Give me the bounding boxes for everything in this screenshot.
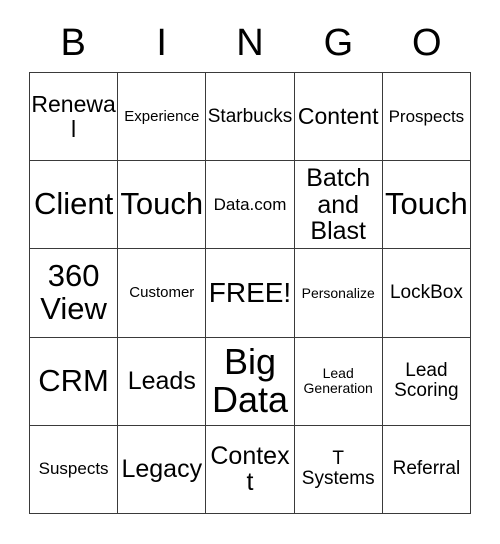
bingo-cell[interactable]: Renewal <box>30 73 119 162</box>
bingo-cell-label: Client <box>33 186 114 222</box>
bingo-header-letter-n: N <box>236 22 264 64</box>
bingo-card: B I N G O Renewal Experience Starbucks C… <box>0 0 500 544</box>
bingo-cell[interactable]: Touch <box>118 161 207 250</box>
bingo-cell[interactable]: Legacy <box>118 425 207 514</box>
bingo-cell[interactable]: Lead Scoring <box>382 337 471 426</box>
bingo-cell-label: Lead Generation <box>303 365 373 397</box>
bingo-cell-label: Experience <box>124 107 200 125</box>
bingo-cell-label: Customer <box>129 284 195 302</box>
bingo-grid: Renewal Experience Starbucks Content Pro… <box>29 72 471 514</box>
bingo-cell-label: Data.com <box>213 194 287 214</box>
bingo-cell-label: Context <box>210 441 290 497</box>
bingo-cell[interactable]: Starbucks <box>206 73 295 162</box>
bingo-header-letter-b: B <box>60 22 86 64</box>
bingo-cell[interactable]: Suspects <box>30 425 119 514</box>
bingo-cell[interactable]: Batch and Blast <box>294 161 383 250</box>
bingo-cell-label: Leads <box>127 366 196 395</box>
bingo-cell[interactable]: Personalize <box>294 249 383 338</box>
bingo-cell[interactable]: Experience <box>118 73 207 162</box>
bingo-cell-label: Renewal <box>31 91 116 142</box>
bingo-cell-label: LockBox <box>389 281 463 303</box>
bingo-cell-label: Content <box>297 103 379 130</box>
bingo-cell[interactable]: Client <box>30 161 119 250</box>
bingo-cell[interactable]: T Systems <box>294 425 383 514</box>
bingo-cell[interactable]: Context <box>206 425 295 514</box>
bingo-cell-label: Legacy <box>121 455 203 484</box>
bingo-header-letter-g: G <box>323 22 354 64</box>
bingo-header-letter-o: O <box>412 22 442 64</box>
bingo-cell[interactable]: Referral <box>382 425 471 514</box>
bingo-cell-label: Referral <box>392 458 461 480</box>
bingo-cell-label: Suspects <box>38 459 109 479</box>
bingo-cell-free[interactable]: FREE! <box>206 249 295 338</box>
bingo-cell-label: Lead Scoring <box>394 360 459 402</box>
bingo-cell-label: Big Data <box>211 341 289 421</box>
bingo-cell-label: Batch and Blast <box>306 164 371 246</box>
bingo-cell[interactable]: CRM <box>30 337 119 426</box>
bingo-header: B I N G O <box>29 14 471 72</box>
bingo-cell-label: Touch <box>120 186 204 222</box>
bingo-cell[interactable]: Touch <box>382 161 471 250</box>
bingo-cell-label: 360 View <box>40 258 107 326</box>
bingo-cell[interactable]: Big Data <box>206 337 295 426</box>
bingo-cell[interactable]: Leads <box>118 337 207 426</box>
bingo-cell-label: Starbucks <box>207 105 293 127</box>
bingo-cell[interactable]: Lead Generation <box>294 337 383 426</box>
bingo-cell-label: CRM <box>38 362 109 398</box>
bingo-cell-label: Touch <box>385 186 468 222</box>
bingo-cell[interactable]: Data.com <box>206 161 295 250</box>
bingo-cell[interactable]: Content <box>294 73 383 162</box>
bingo-cell-label: Prospects <box>388 106 465 126</box>
bingo-cell-label: FREE! <box>208 277 292 309</box>
bingo-cell[interactable]: LockBox <box>382 249 471 338</box>
bingo-cell[interactable]: Prospects <box>382 73 471 162</box>
bingo-cell[interactable]: Customer <box>118 249 207 338</box>
bingo-header-letter-i: I <box>156 22 167 64</box>
bingo-cell-label: Personalize <box>301 284 375 301</box>
bingo-cell-label: T Systems <box>301 448 375 490</box>
bingo-cell[interactable]: 360 View <box>30 249 119 338</box>
